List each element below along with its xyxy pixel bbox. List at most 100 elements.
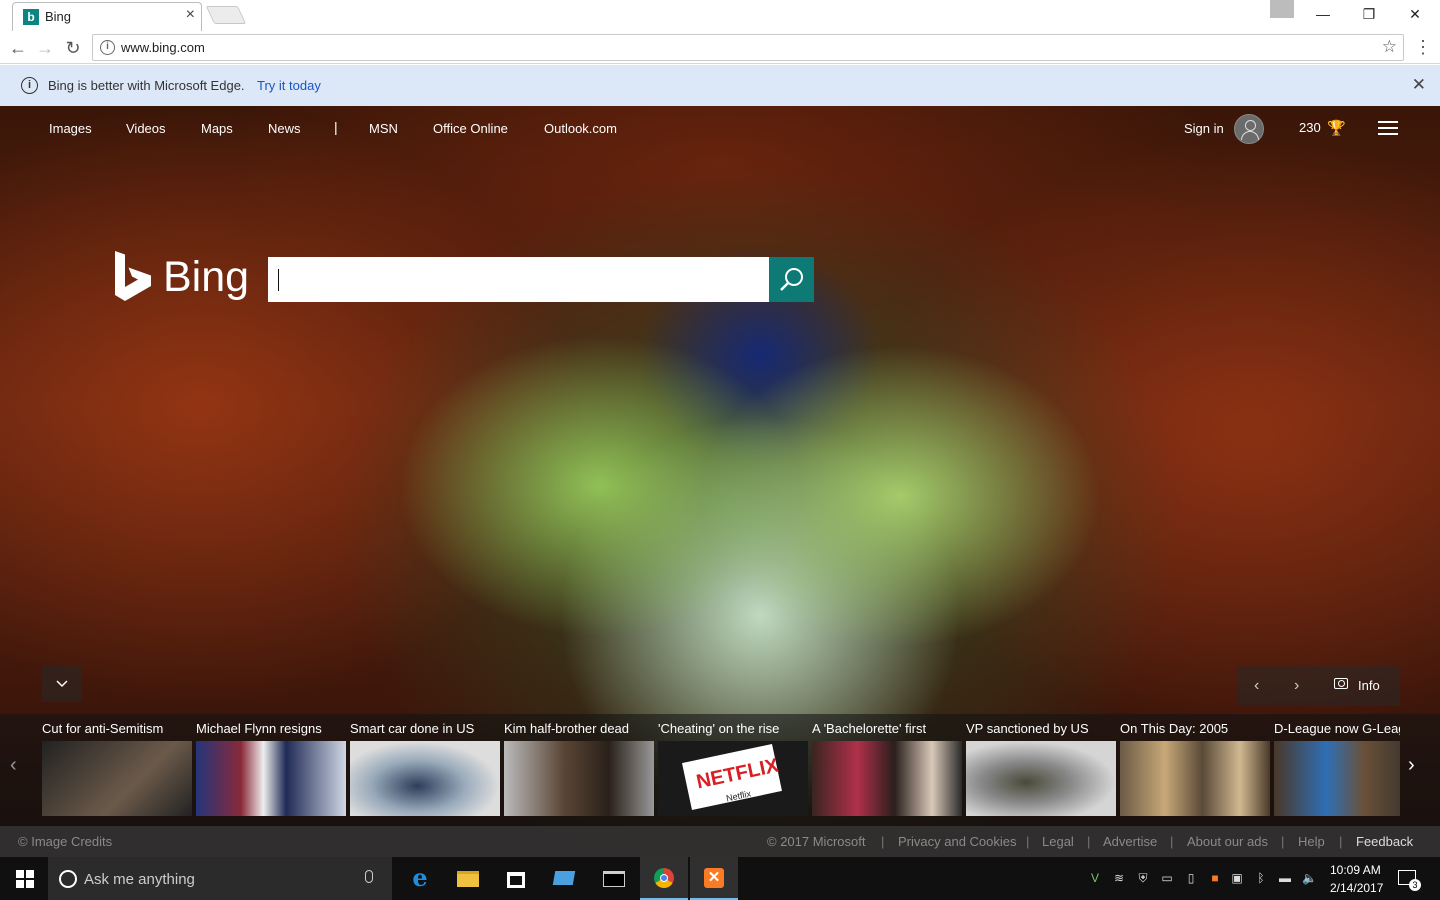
clock-time[interactable]: 10:09 AM: [1330, 863, 1381, 877]
news-card[interactable]: Smart car done in US: [350, 720, 500, 820]
footer-help-link[interactable]: Help: [1298, 834, 1325, 849]
nav-news[interactable]: News: [268, 121, 301, 136]
rewards-count[interactable]: 230: [1299, 120, 1321, 135]
taskbar-chrome[interactable]: [640, 857, 688, 900]
bookmark-star-icon[interactable]: ☆: [1382, 37, 1397, 57]
taskbar-command-prompt[interactable]: [590, 857, 638, 900]
camera-icon[interactable]: [1334, 678, 1348, 689]
app-window-icon: [552, 867, 576, 889]
bing-homepage: Images Videos Maps News | MSN Office Onl…: [0, 106, 1440, 857]
reload-icon[interactable]: ↻: [62, 37, 84, 59]
nav-msn[interactable]: MSN: [369, 121, 398, 136]
bing-logo-icon: [115, 251, 151, 301]
tray-xampp-icon[interactable]: ■: [1208, 871, 1222, 885]
footer-legal-link[interactable]: Legal: [1042, 834, 1074, 849]
news-card[interactable]: A 'Bachelorette' first: [812, 720, 962, 820]
news-card[interactable]: Michael Flynn resigns: [196, 720, 346, 820]
news-card[interactable]: 'Cheating' on the rise NETFLIX Netflix: [658, 720, 808, 820]
copyright-text: © 2017 Microsoft: [767, 834, 866, 849]
top-navigation: Images Videos Maps News | MSN Office Onl…: [0, 106, 1440, 150]
tab-close-icon[interactable]: ×: [186, 6, 195, 24]
sign-in-link[interactable]: Sign in: [1184, 121, 1224, 136]
news-card[interactable]: Cut for anti-Semitism: [42, 720, 192, 820]
address-bar[interactable]: i www.bing.com ☆: [92, 34, 1404, 61]
tray-wifi-icon[interactable]: ≋: [1112, 871, 1126, 885]
taskbar-app-generic[interactable]: [540, 857, 588, 900]
news-thumbnail: [1274, 741, 1400, 816]
minimize-button[interactable]: —: [1300, 0, 1346, 28]
new-tab-button[interactable]: [205, 6, 247, 24]
nav-videos[interactable]: Videos: [126, 121, 166, 136]
forward-arrow-icon[interactable]: →: [34, 37, 56, 59]
news-title: Cut for anti-Semitism: [42, 721, 164, 736]
tray-network-icon[interactable]: ▭: [1160, 871, 1174, 885]
news-card[interactable]: VP sanctioned by US: [966, 720, 1116, 820]
footer-about-ads-link[interactable]: About our ads: [1187, 834, 1268, 849]
news-thumbnail: [966, 741, 1116, 816]
nav-outlook[interactable]: Outlook.com: [544, 121, 617, 136]
footer-privacy-link[interactable]: Privacy and Cookies: [898, 834, 1017, 849]
hamburger-menu-icon[interactable]: [1378, 121, 1398, 135]
infobar-close-icon[interactable]: ✕: [1412, 75, 1426, 95]
news-card[interactable]: Kim half-brother dead: [504, 720, 654, 820]
image-info-button[interactable]: Info: [1358, 678, 1380, 693]
search-button[interactable]: [769, 257, 814, 302]
news-thumbnail: [504, 741, 654, 816]
terminal-icon: [602, 867, 626, 889]
news-card[interactable]: D-League now G-Leag: [1274, 720, 1400, 820]
text-caret: [278, 269, 279, 291]
taskbar-xampp[interactable]: ✕: [690, 857, 738, 900]
clock-date[interactable]: 2/14/2017: [1330, 881, 1383, 895]
start-button[interactable]: [0, 857, 48, 900]
tray-vmware-icon[interactable]: ▣: [1230, 871, 1244, 885]
nav-office-online[interactable]: Office Online: [433, 121, 508, 136]
collapse-feed-button[interactable]: [42, 666, 82, 702]
news-thumbnail: [350, 741, 500, 816]
news-card[interactable]: On This Day: 2005: [1120, 720, 1270, 820]
image-credits-link[interactable]: © Image Credits: [18, 834, 112, 849]
tray-shield-icon[interactable]: ⛨: [1136, 871, 1150, 885]
try-it-today-link[interactable]: Try it today: [257, 78, 321, 93]
taskbar-edge[interactable]: e: [396, 857, 444, 900]
rewards-trophy-icon[interactable]: 🏆: [1327, 119, 1346, 137]
news-thumbnail: [196, 741, 346, 816]
nav-maps[interactable]: Maps: [201, 121, 233, 136]
next-image-icon[interactable]: ›: [1294, 677, 1299, 695]
feedback-link[interactable]: Feedback: [1356, 834, 1413, 849]
taskbar-store[interactable]: [492, 857, 540, 900]
cortana-icon: [59, 870, 77, 888]
taskbar-file-explorer[interactable]: [444, 857, 492, 900]
news-title: Smart car done in US: [350, 721, 475, 736]
maximize-button[interactable]: ❐: [1346, 0, 1392, 28]
image-credits-label: Image Credits: [31, 834, 113, 849]
tab-bing[interactable]: b Bing ×: [12, 2, 202, 31]
profile-icon[interactable]: [1270, 0, 1294, 18]
cortana-placeholder: Ask me anything: [84, 871, 195, 888]
browser-titlebar: b Bing × — ❐ ✕: [0, 0, 1440, 31]
footer-separator: |: [1281, 834, 1285, 849]
site-info-icon[interactable]: i: [100, 40, 115, 55]
back-arrow-icon[interactable]: ←: [7, 37, 29, 59]
tray-battery-icon[interactable]: ▬: [1278, 871, 1292, 885]
nav-images[interactable]: Images: [49, 121, 92, 136]
edge-icon: e: [412, 863, 428, 892]
microphone-icon[interactable]: [365, 870, 373, 883]
carousel-left-arrow-icon[interactable]: ‹: [10, 754, 17, 777]
tray-volume-icon[interactable]: 🔈: [1302, 871, 1317, 885]
notification-count-badge: 3: [1409, 879, 1421, 891]
close-window-button[interactable]: ✕: [1392, 0, 1438, 28]
tray-bluetooth-icon[interactable]: ᛒ: [1254, 871, 1268, 885]
chrome-menu-icon[interactable]: ⋮: [1414, 37, 1432, 59]
cortana-search-box[interactable]: Ask me anything: [48, 857, 392, 900]
footer-separator: |: [1170, 834, 1174, 849]
news-thumbnail: NETFLIX Netflix: [658, 741, 808, 816]
search-input[interactable]: [268, 257, 769, 302]
user-avatar-icon[interactable]: [1234, 114, 1264, 144]
footer-advertise-link[interactable]: Advertise: [1103, 834, 1157, 849]
search-icon: [780, 268, 803, 291]
previous-image-icon[interactable]: ‹: [1254, 677, 1259, 695]
carousel-right-arrow-icon[interactable]: ›: [1408, 754, 1415, 777]
tray-usb-icon[interactable]: ▯: [1184, 871, 1198, 885]
tray-app-icon[interactable]: V: [1088, 871, 1102, 885]
infobar-message: Bing is better with Microsoft Edge.: [48, 78, 245, 93]
